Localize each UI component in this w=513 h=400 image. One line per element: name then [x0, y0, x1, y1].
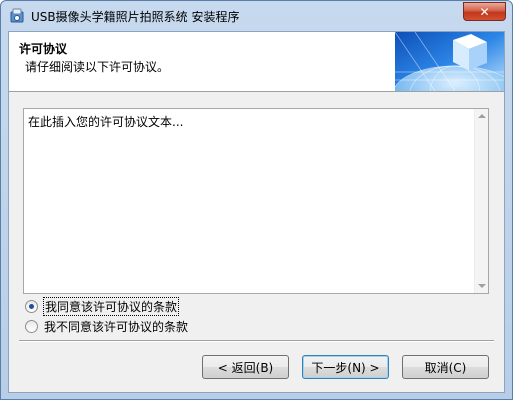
accept-option[interactable]: 我同意该许可协议的条款	[25, 297, 180, 316]
license-text-box[interactable]: 在此插入您的许可协议文本...	[23, 108, 489, 294]
decline-radio-label[interactable]: 我不同意该许可协议的条款	[44, 318, 188, 335]
page-title: 许可协议	[19, 42, 68, 56]
accept-radio-label[interactable]: 我同意该许可协议的条款	[42, 297, 180, 316]
cancel-button[interactable]: 取消(C)	[402, 355, 489, 379]
back-button[interactable]: < 返回(B)	[202, 355, 289, 379]
installer-window: USB摄像头学籍照片拍照系统 安装程序 ✕ 许可协议 请仔细阅读以下许可协议。	[0, 0, 513, 400]
decline-option[interactable]: 我不同意该许可协议的条款	[25, 318, 188, 335]
license-vertical-scrollbar[interactable]	[474, 109, 488, 293]
window-title: USB摄像头学籍照片拍照系统 安装程序	[31, 10, 240, 24]
button-separator	[19, 340, 494, 342]
title-bar[interactable]: USB摄像头学籍照片拍照系统 安装程序 ✕	[1, 1, 512, 31]
header-globe-cube-graphic	[395, 32, 504, 91]
installer-app-icon	[10, 8, 24, 23]
radio-selected-dot	[29, 304, 34, 309]
next-button[interactable]: 下一步(N) >	[302, 355, 389, 379]
accept-radio[interactable]	[25, 300, 38, 313]
scroll-up-arrow-icon[interactable]	[478, 114, 486, 118]
license-text: 在此插入您的许可协议文本...	[28, 115, 184, 129]
decline-radio[interactable]	[25, 320, 38, 333]
close-button[interactable]: ✕	[463, 2, 506, 21]
wizard-header: 许可协议 请仔细阅读以下许可协议。	[9, 32, 504, 92]
page-subtitle: 请仔细阅读以下许可协议。	[25, 60, 170, 74]
close-icon: ✕	[479, 4, 490, 19]
wizard-client-area: 许可协议 请仔细阅读以下许可协议。 在此插入您的许可协议文本... 我同意该许可…	[8, 31, 505, 393]
scroll-down-arrow-icon[interactable]	[478, 284, 486, 288]
